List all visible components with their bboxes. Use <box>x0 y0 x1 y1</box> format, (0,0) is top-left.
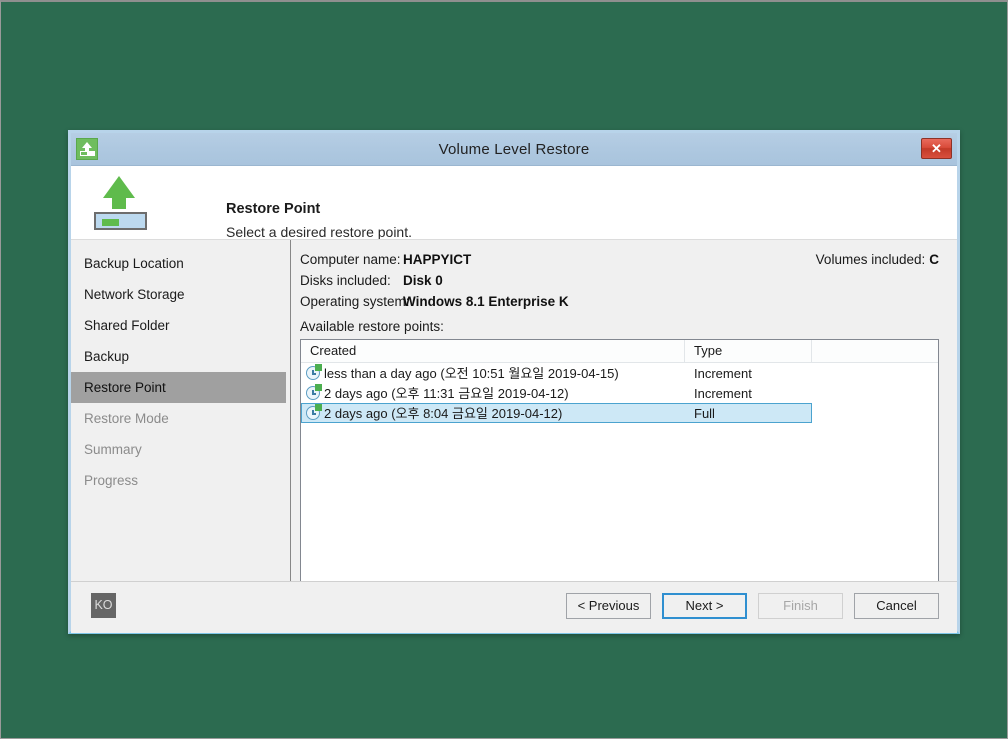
page-subtitle: Select a desired restore point. <box>226 224 412 240</box>
restore-point-type-cell: Full <box>685 403 812 423</box>
volume-level-restore-window: Volume Level Restore ✕ Restore Point Sel… <box>68 130 960 634</box>
table-header-row: Created Type <box>301 340 938 363</box>
sidebar-item-backup-location[interactable]: Backup Location <box>71 248 286 279</box>
table-row[interactable]: 2 days ago (오후 11:31 금요일 2019-04-12) Inc… <box>301 383 938 403</box>
restore-point-created-cell: 2 days ago (오후 8:04 금요일 2019-04-12) <box>301 403 685 423</box>
wizard-steps-sidebar: Backup Location Network Storage Shared F… <box>71 240 291 581</box>
sidebar-item-network-storage[interactable]: Network Storage <box>71 279 286 310</box>
column-header-blank[interactable] <box>812 340 938 362</box>
previous-button[interactable]: < Previous <box>566 593 651 619</box>
window-title: Volume Level Restore <box>438 140 590 158</box>
restore-point-clock-icon <box>306 384 322 400</box>
finish-button: Finish <box>758 593 843 619</box>
page-title: Restore Point <box>226 201 321 217</box>
operating-system-row: Operating system: Windows 8.1 Enterprise… <box>300 294 939 315</box>
table-row[interactable]: 2 days ago (오후 8:04 금요일 2019-04-12) Full <box>301 403 938 423</box>
sidebar-item-summary: Summary <box>84 442 142 457</box>
disks-included-value: Disk 0 <box>403 273 443 288</box>
restore-point-created-text: 2 days ago (오후 8:04 금요일 2019-04-12) <box>324 405 563 421</box>
column-header-type[interactable]: Type <box>685 340 812 362</box>
available-restore-points-label: Available restore points: <box>300 319 444 334</box>
window-footer: KO < Previous Next > Finish Cancel <box>71 581 957 633</box>
restore-point-created-text: less than a day ago (오전 10:51 월요일 2019-0… <box>324 365 619 381</box>
computer-name-value: HAPPYICT <box>403 252 472 267</box>
restore-point-clock-icon <box>306 364 322 380</box>
restore-point-created-cell: less than a day ago (오전 10:51 월요일 2019-0… <box>301 364 685 383</box>
operating-system-value: Windows 8.1 Enterprise K <box>403 294 569 309</box>
restore-point-created-text: 2 days ago (오후 11:31 금요일 2019-04-12) <box>324 385 569 401</box>
computer-name-label: Computer name: <box>300 252 401 267</box>
disks-included-row: Disks included: Disk 0 <box>300 273 939 294</box>
restore-points-table[interactable]: Created Type less than a day ago (오전 10:… <box>300 339 939 586</box>
disks-included-label: Disks included: <box>300 273 391 288</box>
volumes-included-label: Volumes included: <box>815 252 926 267</box>
restore-point-pane: Computer name: HAPPYICT Volumes included… <box>292 240 957 586</box>
restore-point-created-cell: 2 days ago (오후 11:31 금요일 2019-04-12) <box>301 384 685 403</box>
restore-arrow-icon <box>91 174 153 232</box>
window-titlebar: Volume Level Restore ✕ <box>71 133 957 166</box>
restore-point-clock-icon <box>306 404 322 420</box>
window-body: Backup Location Network Storage Shared F… <box>71 239 957 586</box>
restore-point-type-cell: Increment <box>694 385 752 401</box>
sidebar-item-backup[interactable]: Backup <box>71 341 286 372</box>
wizard-banner: Restore Point Select a desired restore p… <box>71 166 957 240</box>
computer-name-row: Computer name: HAPPYICT Volumes included… <box>300 252 939 273</box>
sidebar-item-shared-folder[interactable]: Shared Folder <box>71 310 286 341</box>
cancel-button[interactable]: Cancel <box>854 593 939 619</box>
wizard-button-bar: < Previous Next > Finish Cancel <box>566 593 939 619</box>
table-row[interactable]: less than a day ago (오전 10:51 월요일 2019-0… <box>301 363 938 383</box>
language-badge[interactable]: KO <box>91 593 116 618</box>
sidebar-item-restore-mode: Restore Mode <box>84 411 169 426</box>
next-button[interactable]: Next > <box>662 593 747 619</box>
sidebar-item-progress: Progress <box>84 473 139 488</box>
sidebar-item-restore-point[interactable]: Restore Point <box>71 372 286 403</box>
volumes-included: Volumes included: C <box>816 252 939 267</box>
column-header-created[interactable]: Created <box>301 340 685 362</box>
restore-point-type-cell: Increment <box>694 365 752 381</box>
close-icon[interactable]: ✕ <box>921 138 952 159</box>
operating-system-label: Operating system: <box>300 294 410 309</box>
volumes-included-value: C <box>929 252 939 267</box>
